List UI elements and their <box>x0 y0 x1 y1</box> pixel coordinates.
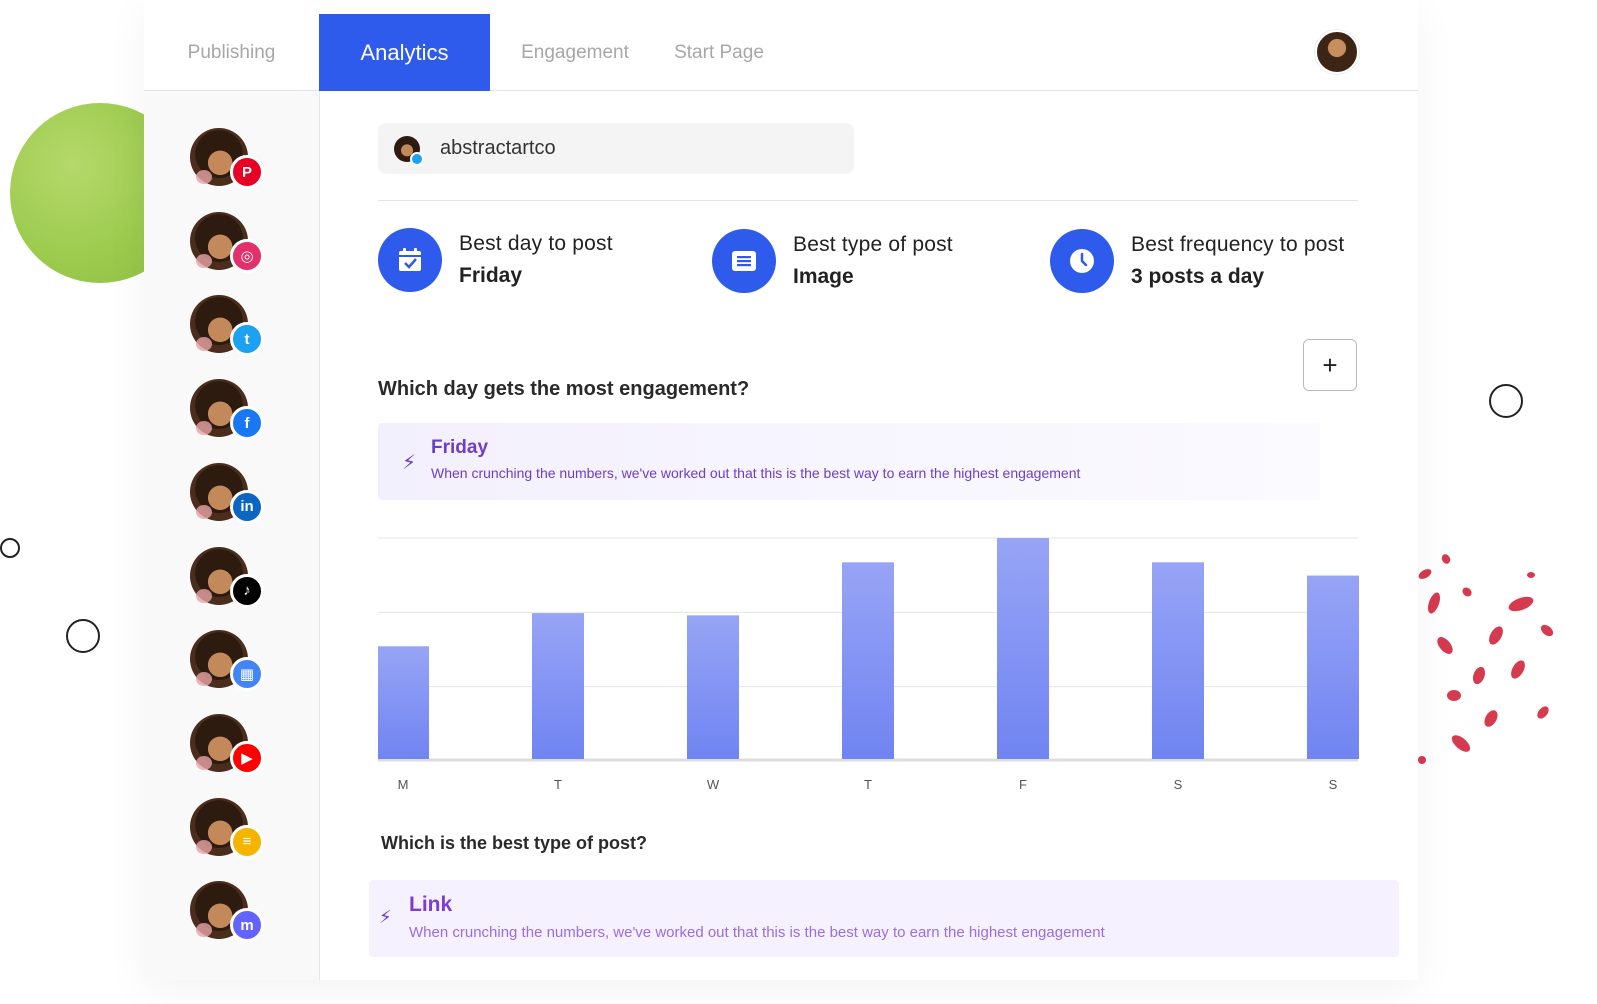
chart-bar[interactable] <box>997 538 1049 759</box>
insight-description: When crunching the numbers, we've worked… <box>409 924 1105 941</box>
tiktok-icon: ♪ <box>230 573 264 608</box>
clock-icon <box>1050 229 1114 293</box>
sidebar-account-mastodon[interactable]: m <box>190 881 264 943</box>
tab-analytics[interactable]: Analytics <box>319 14 490 91</box>
instagram-icon: ◎ <box>230 238 264 273</box>
stat-value: Friday <box>459 264 523 287</box>
sidebar-account-start-page[interactable]: ≡ <box>190 797 264 859</box>
stat-label: Best day to post <box>459 232 613 255</box>
decorative-ring <box>66 619 100 653</box>
engagement-insight: ⚡ Friday When crunching the numbers, we'… <box>378 423 1320 500</box>
twitter-icon <box>410 151 424 166</box>
stat-best-day: Best day to post Friday <box>378 227 613 293</box>
chart-tick-label: T <box>864 777 872 792</box>
chart-svg: MTWTFSS <box>378 537 1359 792</box>
chart-bar[interactable] <box>532 613 584 759</box>
stat-best-frequency: Best frequency to post 3 posts a day <box>1050 228 1344 294</box>
decorative-ring <box>1489 384 1523 418</box>
chart-bar[interactable] <box>378 646 429 759</box>
post-icon <box>712 229 776 293</box>
tab-start-page[interactable]: Start Page <box>664 14 774 91</box>
insight-title: Link <box>409 893 453 916</box>
stat-value: 3 posts a day <box>1131 265 1265 288</box>
analytics-card: Publishing Analytics Engagement Start Pa… <box>144 0 1418 980</box>
sidebar-account-tiktok[interactable]: ♪ <box>190 546 264 608</box>
account-sidebar: P ◎ t f in ♪ ▦ ▶ ≡ m <box>144 91 320 980</box>
chart-tick-label: M <box>398 777 409 792</box>
mastodon-icon: m <box>230 908 264 943</box>
sidebar-account-youtube[interactable]: ▶ <box>190 713 264 775</box>
tab-publishing[interactable]: Publishing <box>144 14 319 91</box>
sidebar-account-pinterest[interactable]: P <box>190 128 264 189</box>
divider <box>378 200 1358 201</box>
stat-value: Image <box>793 265 854 288</box>
stat-best-type: Best type of post Image <box>712 228 953 294</box>
tab-engagement[interactable]: Engagement <box>514 14 636 91</box>
stat-label: Best type of post <box>793 233 953 256</box>
chart-tick-label: S <box>1174 777 1183 792</box>
chart-bar[interactable] <box>1307 575 1359 759</box>
post-type-question: Which is the best type of post? <box>381 833 648 853</box>
account-avatar <box>394 135 424 166</box>
user-avatar[interactable] <box>1315 30 1359 74</box>
account-name: abstractartco <box>440 137 556 159</box>
sidebar-account-google-business[interactable]: ▦ <box>190 630 264 692</box>
account-selector[interactable]: abstractartco <box>378 123 854 174</box>
insight-description: When crunching the numbers, we've worked… <box>431 465 1081 481</box>
pinterest-icon: P <box>230 155 264 189</box>
page: Publishing Analytics Engagement Start Pa… <box>0 0 1597 1004</box>
chart-tick-label: S <box>1329 777 1338 792</box>
facebook-icon: f <box>230 406 264 441</box>
chart-bar[interactable] <box>842 562 894 759</box>
top-navigation: Publishing Analytics Engagement Start Pa… <box>144 0 1418 91</box>
youtube-icon: ▶ <box>230 740 264 775</box>
lightning-icon: ⚡ <box>402 452 417 474</box>
decorative-ring <box>0 538 20 558</box>
chart-tick-label: T <box>554 777 562 792</box>
engagement-bar-chart: MTWTFSS <box>378 531 1363 801</box>
storefront-icon: ▦ <box>230 657 264 692</box>
chart-bar[interactable] <box>687 615 739 759</box>
add-button[interactable]: + <box>1303 339 1357 391</box>
post-type-insight: ⚡ Link When crunching the numbers, we've… <box>369 880 1399 957</box>
engagement-question: Which day gets the most engagement? <box>378 378 750 400</box>
stat-label: Best frequency to post <box>1131 233 1345 256</box>
twitter-icon: t <box>230 322 264 357</box>
startpage-icon: ≡ <box>230 824 264 859</box>
chart-tick-label: W <box>707 777 720 792</box>
lightning-icon: ⚡ <box>379 907 392 927</box>
sidebar-account-linkedin[interactable]: in <box>190 462 264 524</box>
linkedin-icon: in <box>230 489 264 524</box>
sidebar-account-facebook[interactable]: f <box>190 379 264 441</box>
sidebar-account-twitter[interactable]: t <box>190 295 264 357</box>
chart-bar[interactable] <box>1152 562 1204 759</box>
insight-title: Friday <box>431 437 489 458</box>
calendar-check-icon <box>378 228 442 292</box>
chart-tick-label: F <box>1019 777 1027 792</box>
sidebar-account-instagram[interactable]: ◎ <box>190 211 264 273</box>
